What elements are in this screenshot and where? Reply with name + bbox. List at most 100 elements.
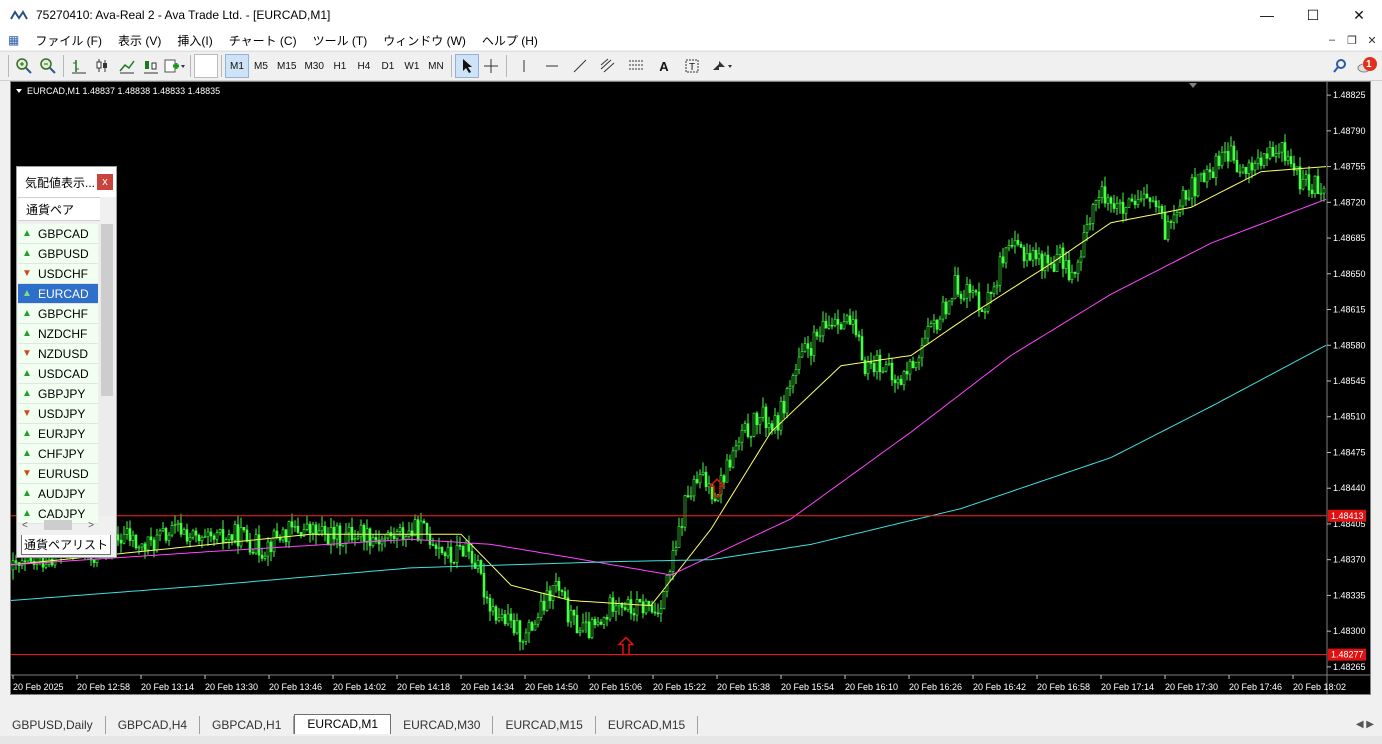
chart-tab[interactable]: EURCAD,M30 [391, 716, 494, 734]
tabs-scroll-arrows[interactable]: ◀ ▶ [1348, 719, 1382, 734]
title-bar: 75270410: Ava-Real 2 - Ava Trade Ltd. - … [0, 0, 1382, 30]
minimize-button[interactable]: — [1244, 0, 1290, 30]
candle-body [188, 536, 192, 542]
symbol-row[interactable]: ▲ NZDCHF [18, 324, 98, 344]
line-chart-icon[interactable] [115, 54, 139, 78]
timeframe-h4[interactable]: H4 [352, 54, 376, 78]
timeframe-m1[interactable]: M1 [225, 54, 249, 78]
mdi-restore-icon[interactable]: ❐ [1342, 34, 1362, 47]
y-tick-label: 1.48510 [1333, 412, 1366, 422]
chart-tab[interactable]: EURCAD,M15 [493, 716, 596, 734]
price-up-icon: ▲ [22, 228, 32, 239]
symbol-row[interactable]: ▼ NZDUSD [18, 344, 98, 364]
menu-view[interactable]: 表示 (V) [110, 32, 169, 49]
menu-insert[interactable]: 挿入(I) [169, 32, 220, 49]
menu-window[interactable]: ウィンドウ (W) [375, 32, 474, 49]
timeframe-mn[interactable]: MN [424, 54, 448, 78]
candle-body [560, 590, 564, 592]
chart-tab[interactable]: EURCAD,M15 [596, 716, 699, 734]
search-icon[interactable] [1328, 54, 1352, 78]
timeframe-m5[interactable]: M5 [249, 54, 273, 78]
timeframe-m15[interactable]: M15 [273, 54, 300, 78]
notifications-icon[interactable]: 1 [1352, 54, 1382, 78]
menu-help[interactable]: ヘルプ (H) [474, 32, 546, 49]
trendline-icon[interactable] [566, 54, 594, 78]
chart-window[interactable]: 1.48825 1.48790 1.48755 1.48720 1.48685 1.486… [10, 81, 1371, 695]
close-button[interactable]: ✕ [1336, 0, 1382, 30]
timeframe-m30[interactable]: M30 [300, 54, 327, 78]
tab-symbol-list[interactable]: 通貨ペアリスト [21, 535, 111, 555]
scroll-thumb[interactable] [101, 224, 113, 396]
candle-body [791, 375, 795, 387]
candlestick-chart-icon[interactable] [91, 54, 115, 78]
scroll-right-icon[interactable]: > [88, 520, 94, 531]
timeframe-w1[interactable]: W1 [400, 54, 424, 78]
candle-body [218, 529, 222, 534]
market-watch-window[interactable]: 気配値表示... x 通貨ペア ▲ GBPCAD ▲ GBPUSD ▼ USDCHF ▲ EU… [16, 166, 117, 558]
symbol-row[interactable]: ▲ AUDJPY [18, 484, 98, 504]
fibonacci-icon[interactable] [622, 54, 650, 78]
symbol-row[interactable]: ▼ USDCHF [18, 264, 98, 284]
symbol-row[interactable]: ▲ EURJPY [18, 424, 98, 444]
candle-body [131, 534, 135, 541]
scroll-left-icon[interactable]: < [22, 520, 28, 531]
vertical-line-icon[interactable] [510, 54, 538, 78]
candle-body [176, 522, 180, 525]
price-chart[interactable]: 1.48825 1.48790 1.48755 1.48720 1.48685 1.486… [11, 82, 1370, 694]
crosshair-icon[interactable] [479, 54, 503, 78]
chart-tab[interactable]: EURCAD,M1 [294, 714, 392, 734]
zoom-in-icon[interactable] [12, 54, 36, 78]
candle-body [476, 560, 480, 569]
market-watch-close-button[interactable]: x [97, 174, 113, 190]
x-tick-label: 20 Feb 2025 [13, 682, 64, 692]
moving-average-line [11, 344, 1327, 601]
horizontal-line-icon[interactable] [538, 54, 566, 78]
candle-body [557, 580, 561, 591]
timeframe-h1[interactable]: H1 [328, 54, 352, 78]
symbol-row[interactable]: ▲ USDCAD [18, 364, 98, 384]
market-watch-hscrollbar[interactable]: < > [18, 517, 98, 533]
candle-body [1058, 247, 1062, 255]
text-label-icon[interactable]: T [678, 54, 706, 78]
symbol-row[interactable]: ▲ GBPJPY [18, 384, 98, 404]
chart-tab[interactable]: GBPCAD,H4 [106, 716, 201, 734]
candle-body [224, 539, 228, 543]
mdi-minimize-icon[interactable]: – [1322, 34, 1342, 47]
market-watch-vscrollbar[interactable] [99, 224, 115, 516]
cursor-icon[interactable] [454, 54, 479, 78]
zoom-out-icon[interactable] [36, 54, 60, 78]
menu-chart[interactable]: チャート (C) [221, 32, 305, 49]
symbol-row[interactable]: ▲ EURCAD [18, 284, 98, 304]
chart-tab[interactable]: GBPUSD,Daily [0, 716, 106, 734]
chart-doc-icon[interactable]: ▦ [0, 33, 27, 47]
symbol-row[interactable]: ▼ USDJPY [18, 404, 98, 424]
text-icon[interactable]: A [650, 54, 678, 78]
symbol-row[interactable]: ▲ GBPCAD [18, 224, 98, 244]
menu-tools[interactable]: ツール (T) [305, 32, 376, 49]
scroll-thumb[interactable] [44, 520, 72, 530]
candle-body [836, 319, 840, 325]
symbol-row[interactable]: ▼ EURUSD [18, 464, 98, 484]
maximize-button[interactable]: ☐ [1290, 0, 1336, 30]
arrows-icon[interactable] [706, 54, 738, 78]
symbol-row[interactable]: ▲ GBPCHF [18, 304, 98, 324]
new-chart-icon[interactable] [163, 54, 187, 78]
column-header-symbol[interactable]: 通貨ペア [18, 197, 100, 221]
candle-body [521, 640, 525, 643]
candle-body [848, 315, 852, 325]
candle-body [845, 315, 849, 323]
bar-chart-icon[interactable] [67, 54, 91, 78]
autoscroll-icon[interactable] [139, 54, 163, 78]
symbol-row[interactable]: ▲ GBPUSD [18, 244, 98, 264]
menu-file[interactable]: ファイル (F) [27, 32, 110, 49]
timeframe-d1[interactable]: D1 [376, 54, 400, 78]
candle-body [326, 533, 330, 546]
mdi-close-icon[interactable]: ✕ [1362, 34, 1382, 47]
market-watch-header[interactable]: 気配値表示... x [17, 167, 116, 197]
candle-body [335, 525, 339, 540]
candle-body [1073, 271, 1077, 274]
chart-tab[interactable]: GBPCAD,H1 [200, 716, 295, 734]
symbol-row[interactable]: ▲ CHFJPY [18, 444, 98, 464]
equidistant-channel-icon[interactable] [594, 54, 622, 78]
candle-body [215, 532, 219, 540]
